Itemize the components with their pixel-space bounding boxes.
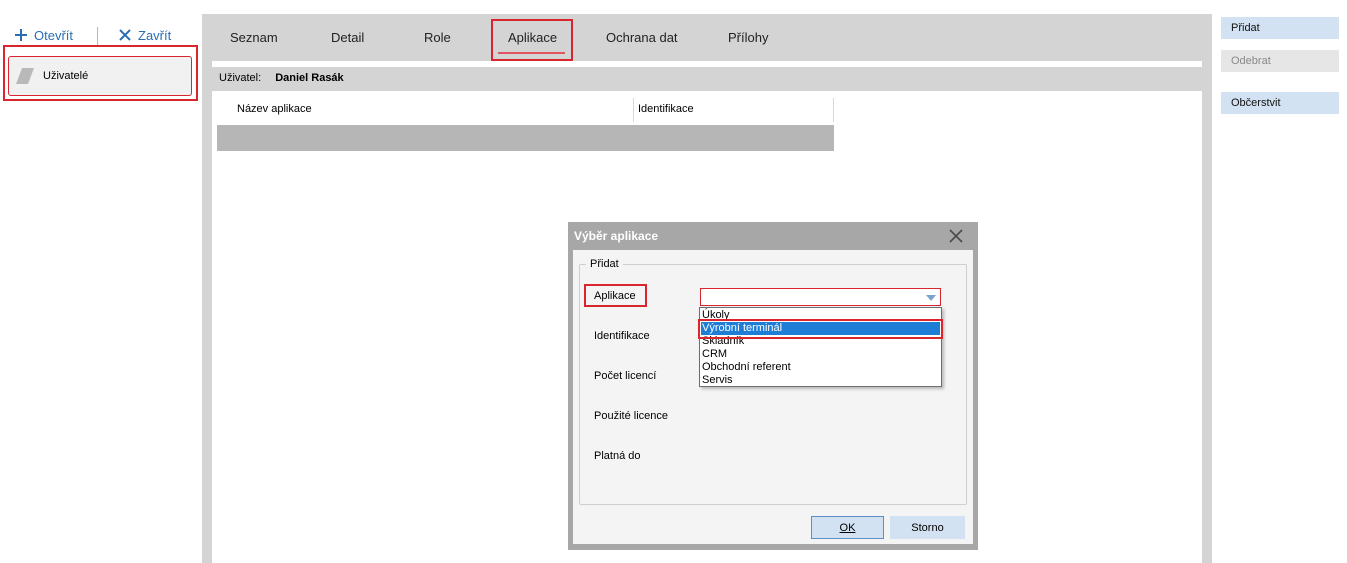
remove-button[interactable]: Odebrat (1221, 50, 1339, 72)
tab-detail[interactable]: Detail (331, 30, 364, 45)
tab-data-protection[interactable]: Ochrana dat (606, 30, 678, 45)
remove-button-label: Odebrat (1231, 55, 1271, 67)
dialog-close-icon[interactable] (948, 228, 964, 244)
option-obchodni-referent[interactable]: Obchodní referent (701, 361, 940, 374)
tab-attachments[interactable]: Přílohy (728, 30, 768, 45)
column-header-identification[interactable]: Identifikace (638, 103, 694, 115)
identification-label: Identifikace (594, 330, 650, 342)
sidebar-item-label: Uživatelé (43, 70, 89, 82)
user-name: Daniel Rasák (275, 72, 344, 84)
user-bar: Uživatel: Daniel Rasák (212, 67, 1202, 89)
ok-button-label: OK (839, 521, 856, 534)
refresh-button-label: Občerstvit (1231, 97, 1281, 109)
table-row[interactable] (217, 125, 834, 151)
user-label: Uživatel: (219, 72, 262, 84)
plus-icon (15, 29, 27, 41)
cancel-button-label: Storno (911, 521, 944, 534)
module-icon (16, 68, 34, 84)
used-licenses-label: Použité licence (594, 410, 668, 422)
add-button-label: Přidat (1231, 22, 1260, 34)
tab-roles[interactable]: Role (424, 30, 451, 45)
close-button-label: Zavřít (138, 27, 172, 43)
open-button[interactable]: Otevřít (14, 26, 73, 44)
close-button[interactable]: Zavřít (118, 26, 171, 44)
column-separator[interactable] (833, 98, 834, 122)
refresh-button[interactable]: Občerstvit (1221, 92, 1339, 114)
toolbar-separator (97, 27, 98, 45)
license-count-label: Počet licencí (594, 370, 657, 382)
valid-until-label: Platná do (594, 450, 641, 462)
chevron-down-icon[interactable] (926, 295, 936, 301)
option-crm[interactable]: CRM (701, 348, 940, 361)
tab-list[interactable]: Seznam (230, 30, 278, 45)
add-button[interactable]: Přidat (1221, 17, 1339, 39)
application-select[interactable] (700, 288, 941, 306)
grid-header: Název aplikace Identifikace (217, 98, 834, 124)
group-legend: Přidat (586, 258, 623, 270)
sidebar-item-users[interactable]: Uživatelé (8, 56, 192, 96)
selected-option-highlight-frame (698, 319, 943, 339)
dialog-title: Výběr aplikace (574, 229, 659, 243)
open-button-label: Otevřít (34, 27, 74, 43)
close-icon (119, 29, 131, 41)
active-tab-highlight-frame (491, 19, 573, 61)
application-label-highlight-frame (584, 284, 647, 307)
option-servis[interactable]: Servis (701, 374, 940, 386)
column-header-application-name[interactable]: Název aplikace (237, 103, 312, 115)
column-separator[interactable] (633, 98, 634, 122)
cancel-button[interactable]: Storno (890, 516, 965, 539)
ok-button[interactable]: OK (811, 516, 884, 539)
